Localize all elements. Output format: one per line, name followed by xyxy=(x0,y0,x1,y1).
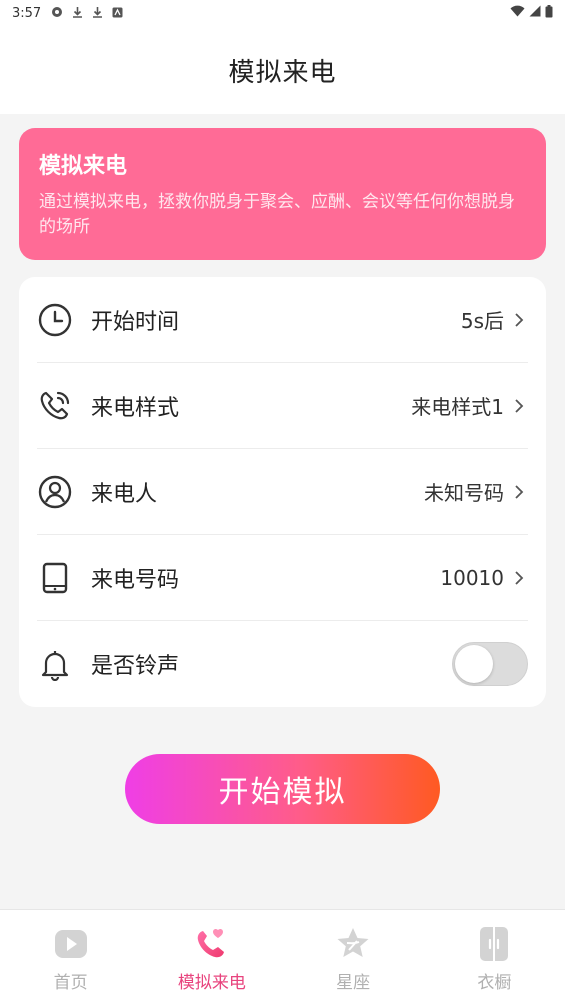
nav-item-fake-call[interactable]: 模拟来电 xyxy=(141,910,282,1004)
ringtone-row: 是否铃声 xyxy=(37,621,528,707)
chevron-right-icon xyxy=(514,483,528,501)
settings-status-icon xyxy=(51,6,63,20)
caller-number-label: 来电号码 xyxy=(91,567,180,593)
download-status-icon xyxy=(92,6,103,20)
ringtone-label: 是否铃声 xyxy=(91,654,180,679)
nav-label-horoscope: 星座 xyxy=(336,973,371,993)
nav-item-horoscope[interactable]: 星座 xyxy=(283,910,424,1004)
intro-banner: 模拟来电 通过模拟来电，拯救你脱身于聚会、应酬、会议等任何你想脱身的场所 xyxy=(19,128,546,260)
caller-number-row[interactable]: 来电号码 10010 xyxy=(37,535,528,621)
phone-heart-icon xyxy=(194,926,230,962)
call-style-row[interactable]: 来电样式 来电样式1 xyxy=(37,363,528,449)
status-time: 3:57 xyxy=(12,5,42,21)
banner-title: 模拟来电 xyxy=(39,154,128,179)
app-header: 模拟来电 xyxy=(0,26,565,114)
bottom-nav: 首页 模拟来电 星座 衣橱 xyxy=(0,909,565,1004)
toggle-knob xyxy=(455,645,493,683)
start-simulation-button[interactable]: 开始模拟 xyxy=(125,754,440,824)
wifi-icon xyxy=(510,5,525,21)
chevron-right-icon xyxy=(514,311,528,329)
nav-item-wardrobe[interactable]: 衣橱 xyxy=(424,910,565,1004)
clock-icon xyxy=(37,302,73,338)
download-status-icon xyxy=(72,6,83,20)
call-style-value: 来电样式1 xyxy=(411,395,504,419)
user-icon xyxy=(37,474,73,510)
caller-number-value: 10010 xyxy=(440,565,504,590)
chevron-right-icon xyxy=(514,569,528,587)
nav-item-home[interactable]: 首页 xyxy=(0,910,141,1004)
nav-label-home: 首页 xyxy=(53,973,88,993)
bell-icon xyxy=(37,646,73,682)
star-icon xyxy=(335,926,371,962)
status-bar: 3:57 xyxy=(0,0,565,26)
wardrobe-icon xyxy=(476,926,512,962)
caller-value: 未知号码 xyxy=(424,481,504,505)
ringtone-toggle[interactable] xyxy=(452,642,528,686)
chevron-right-icon xyxy=(514,397,528,415)
caller-label: 来电人 xyxy=(91,481,158,507)
settings-card: 开始时间 5s后 来电样式 来电样式1 来电人 未知号码 来电号码 10010 xyxy=(19,277,546,707)
play-icon xyxy=(53,926,89,962)
battery-icon xyxy=(545,4,553,22)
caller-row[interactable]: 来电人 未知号码 xyxy=(37,449,528,535)
banner-description: 通过模拟来电，拯救你脱身于聚会、应酬、会议等任何你想脱身的场所 xyxy=(39,192,515,237)
app-status-icon xyxy=(112,7,123,20)
start-time-label: 开始时间 xyxy=(91,309,180,335)
signal-icon xyxy=(529,5,541,21)
nav-label-fake-call: 模拟来电 xyxy=(177,973,246,993)
nav-label-wardrobe: 衣橱 xyxy=(477,973,512,993)
tablet-icon xyxy=(37,560,73,596)
page-title: 模拟来电 xyxy=(228,57,337,88)
start-time-value: 5s后 xyxy=(460,309,504,333)
start-time-row[interactable]: 开始时间 5s后 xyxy=(37,277,528,363)
call-style-label: 来电样式 xyxy=(91,395,180,421)
phone-call-icon xyxy=(37,388,73,424)
